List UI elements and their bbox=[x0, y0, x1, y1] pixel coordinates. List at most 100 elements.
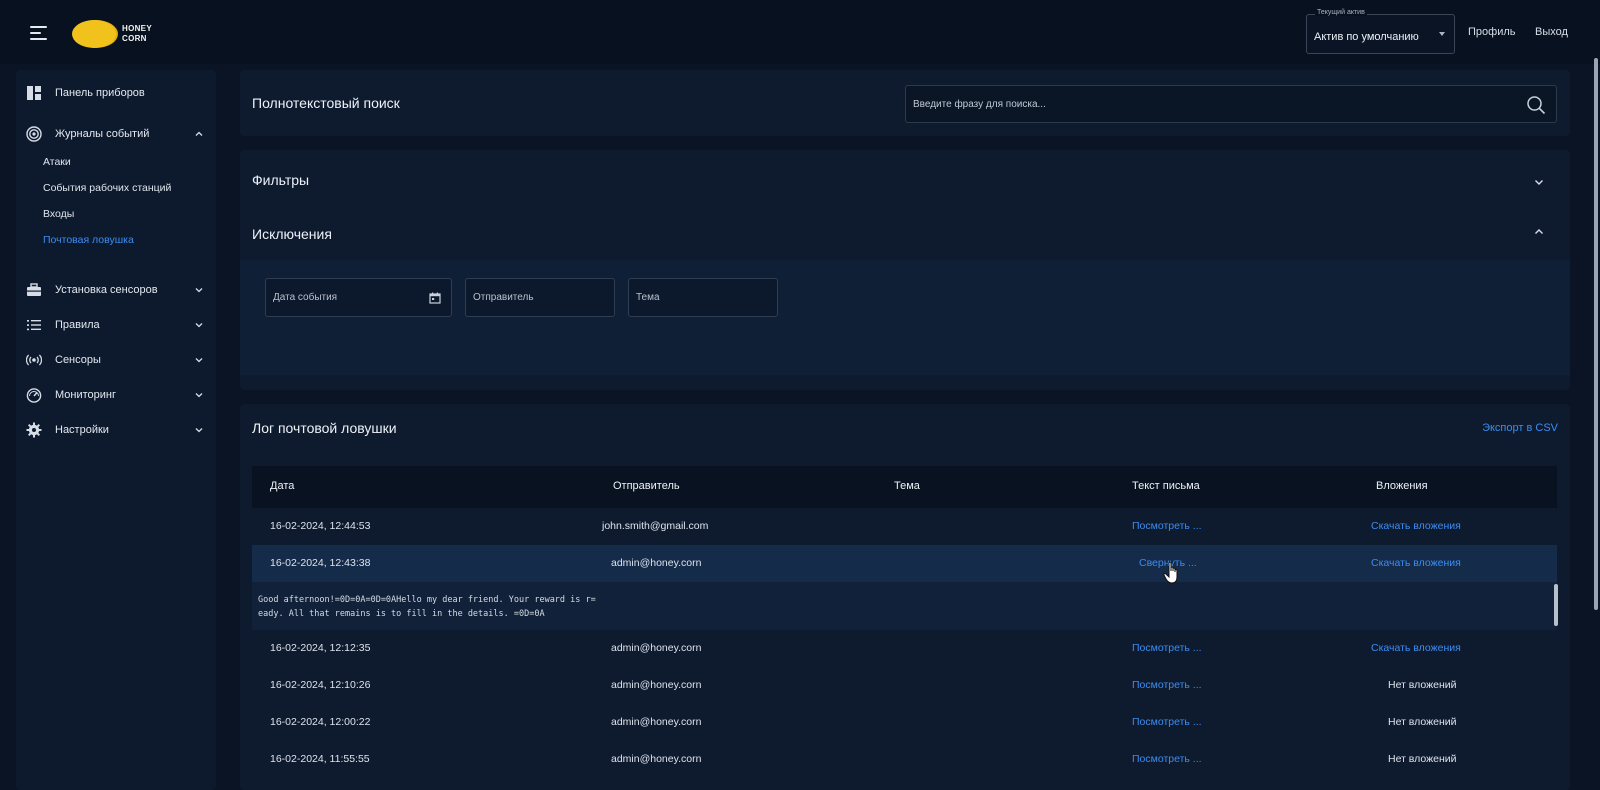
sidebar-item-label: Установка сенсоров bbox=[55, 284, 158, 296]
subject-filter-input[interactable] bbox=[629, 279, 777, 316]
sidebar-item-sensor-install[interactable]: Установка сенсоров bbox=[16, 275, 216, 305]
export-csv-link[interactable]: Экспорт в CSV bbox=[1482, 422, 1558, 434]
row-date: 16-02-2024, 12:44:53 bbox=[270, 520, 371, 532]
sidebar-item-label: Сенсоры bbox=[55, 354, 101, 366]
fulltext-search-panel: Полнотекстовый поиск bbox=[240, 70, 1570, 136]
sidebar-subitem-logins[interactable]: Входы bbox=[43, 208, 74, 220]
mail-trap-log-panel: Лог почтовой ловушки Экспорт в CSV Дата … bbox=[240, 404, 1570, 790]
no-attachments-text: Нет вложений bbox=[1388, 716, 1457, 728]
search-icon[interactable] bbox=[1526, 95, 1546, 115]
view-text-link[interactable]: Посмотреть ... bbox=[1132, 520, 1202, 532]
column-header-sender: Отправитель bbox=[613, 480, 680, 492]
subject-filter-field bbox=[628, 278, 778, 317]
asset-select-value: Актив по умолчанию bbox=[1314, 31, 1419, 43]
message-body-text: Good afternoon!=0D=0A=0D=0AHello my dear… bbox=[258, 595, 596, 619]
sidebar-item-label: Правила bbox=[55, 319, 100, 331]
column-header-text: Текст письма bbox=[1132, 480, 1200, 492]
message-body-panel: Good afternoon!=0D=0A=0D=0AHello my dear… bbox=[252, 582, 1557, 630]
logout-link[interactable]: Выход bbox=[1535, 26, 1568, 38]
table-row: 16-02-2024, 12:10:26 admin@honey.corn По… bbox=[252, 667, 1557, 704]
filters-title: Фильтры bbox=[252, 172, 310, 188]
sidebar-item-dashboard[interactable]: Панель приборов bbox=[16, 78, 216, 108]
gear-icon bbox=[26, 422, 42, 438]
download-attachments-link[interactable]: Скачать вложения bbox=[1371, 557, 1461, 569]
chevron-down-icon bbox=[195, 288, 203, 293]
sidebar-item-label: Панель приборов bbox=[55, 87, 145, 99]
table-row: 16-02-2024, 12:12:35 admin@honey.corn По… bbox=[252, 630, 1557, 667]
table-header: Дата Отправитель Тема Текст письма Вложе… bbox=[252, 466, 1557, 508]
table-row-expanded: 16-02-2024, 12:43:38 admin@honey.corn Св… bbox=[252, 545, 1557, 582]
row-sender: admin@honey.corn bbox=[611, 679, 702, 691]
log-title: Лог почтовой ловушки bbox=[252, 420, 397, 436]
caret-down-icon bbox=[1439, 32, 1445, 36]
sidebar-item-sensors[interactable]: Сенсоры bbox=[16, 345, 216, 375]
logo-mark bbox=[72, 20, 116, 48]
page-scrollbar[interactable] bbox=[1594, 58, 1598, 610]
target-icon bbox=[26, 126, 42, 142]
gauge-icon bbox=[26, 388, 42, 403]
no-attachments-text: Нет вложений bbox=[1388, 679, 1457, 691]
row-sender: admin@honey.corn bbox=[611, 716, 702, 728]
table-row: 16-02-2024, 11:55:55 admin@honey.corn По… bbox=[252, 741, 1557, 778]
menu-icon[interactable] bbox=[30, 26, 47, 40]
chevron-down-icon[interactable] bbox=[1533, 176, 1545, 188]
sidebar-item-label: Мониторинг bbox=[55, 389, 117, 401]
view-text-link[interactable]: Посмотреть ... bbox=[1132, 716, 1202, 728]
search-input[interactable] bbox=[906, 86, 1506, 122]
download-attachments-link[interactable]: Скачать вложения bbox=[1371, 642, 1461, 654]
chevron-up-icon bbox=[195, 131, 203, 136]
sidebar-item-event-logs[interactable]: Журналы событий bbox=[16, 119, 216, 149]
broadcast-icon bbox=[26, 354, 42, 366]
row-sender: john.smith@gmail.com bbox=[602, 520, 709, 532]
row-date: 16-02-2024, 12:12:35 bbox=[270, 642, 371, 654]
asset-select-label: Текущий актив bbox=[1315, 9, 1367, 16]
hand-cursor-icon bbox=[1163, 561, 1178, 584]
profile-link[interactable]: Профиль bbox=[1468, 26, 1516, 38]
view-text-link[interactable]: Посмотреть ... bbox=[1132, 753, 1202, 765]
calendar-icon[interactable] bbox=[429, 292, 441, 304]
exclusions-area bbox=[240, 260, 1570, 375]
sender-filter-field bbox=[465, 278, 615, 317]
chevron-down-icon bbox=[195, 428, 203, 433]
row-sender: admin@honey.corn bbox=[611, 753, 702, 765]
row-date: 16-02-2024, 11:55:55 bbox=[270, 753, 370, 765]
filters-panel: Фильтры Исключения bbox=[240, 150, 1570, 390]
event-date-input[interactable] bbox=[266, 279, 451, 316]
exclusions-title: Исключения bbox=[252, 226, 332, 242]
row-sender: admin@honey.corn bbox=[611, 557, 702, 569]
row-sender: admin@honey.corn bbox=[611, 642, 702, 654]
column-header-attachments: Вложения bbox=[1376, 480, 1428, 492]
chevron-down-icon bbox=[195, 393, 203, 398]
dashboard-icon bbox=[27, 86, 41, 100]
search-box bbox=[905, 85, 1557, 123]
download-attachments-link[interactable]: Скачать вложения bbox=[1371, 520, 1461, 532]
chevron-down-icon bbox=[195, 358, 203, 363]
search-title: Полнотекстовый поиск bbox=[252, 95, 400, 111]
sidebar-subitem-mail-trap[interactable]: Почтовая ловушка bbox=[43, 234, 134, 246]
asset-select[interactable]: Текущий актив Актив по умолчанию bbox=[1306, 9, 1455, 54]
sidebar-item-monitoring[interactable]: Мониторинг bbox=[16, 380, 216, 410]
top-bar: HONEY CORN Текущий актив Актив по умолча… bbox=[0, 0, 1600, 64]
sidebar: Панель приборов Журналы событий Атаки Со… bbox=[16, 70, 216, 790]
sidebar-item-rules[interactable]: Правила bbox=[16, 310, 216, 340]
view-text-link[interactable]: Посмотреть ... bbox=[1132, 642, 1202, 654]
table-scrollbar[interactable] bbox=[1554, 584, 1558, 626]
logo-text-line2: CORN bbox=[122, 34, 147, 43]
chevron-down-icon bbox=[195, 323, 203, 328]
column-header-date: Дата bbox=[270, 480, 295, 492]
sidebar-item-label: Настройки bbox=[55, 424, 109, 436]
sidebar-item-settings[interactable]: Настройки bbox=[16, 415, 216, 445]
sidebar-subitem-workstation-events[interactable]: События рабочих станций bbox=[43, 182, 171, 194]
sender-filter-input[interactable] bbox=[466, 279, 614, 316]
table-row: 16-02-2024, 12:00:22 admin@honey.corn По… bbox=[252, 704, 1557, 741]
logo-text: HONEY CORN bbox=[122, 24, 152, 44]
row-date: 16-02-2024, 12:43:38 bbox=[270, 557, 371, 569]
logo[interactable]: HONEY CORN bbox=[72, 20, 172, 48]
sidebar-subitem-attacks[interactable]: Атаки bbox=[43, 156, 71, 168]
list-icon bbox=[27, 320, 41, 331]
chevron-up-icon[interactable] bbox=[1533, 226, 1545, 238]
row-date: 16-02-2024, 12:00:22 bbox=[270, 716, 371, 728]
no-attachments-text: Нет вложений bbox=[1388, 753, 1457, 765]
sidebar-item-label: Журналы событий bbox=[55, 128, 150, 140]
view-text-link[interactable]: Посмотреть ... bbox=[1132, 679, 1202, 691]
